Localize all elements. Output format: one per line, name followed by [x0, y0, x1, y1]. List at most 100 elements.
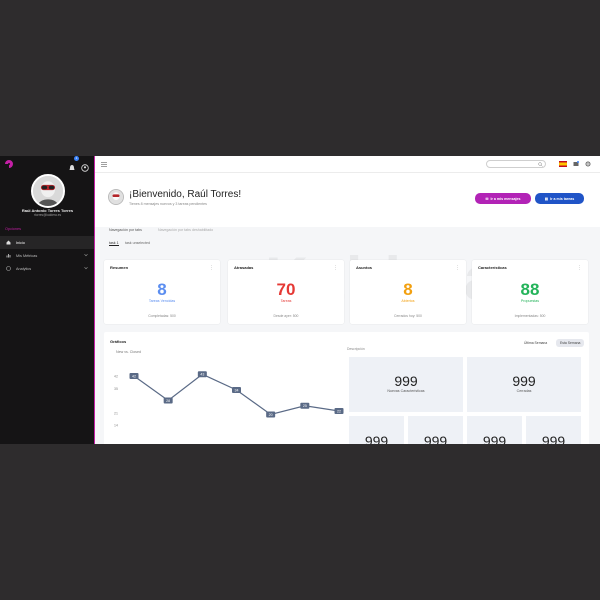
user-add-icon[interactable]: [81, 159, 89, 172]
card-label: Abiertos: [401, 299, 415, 303]
graficos-title: Gráficos: [110, 339, 127, 344]
chart-icon: [6, 254, 11, 258]
data-label: 42: [132, 374, 136, 378]
card-caracteristicas: Características ⋮ 88 Propuestas Implemen…: [472, 260, 588, 324]
more-options-icon[interactable]: ⋮: [455, 265, 460, 271]
card-footer: Cerrados hoy: 500: [394, 314, 422, 318]
card-footer: Desde ayer: 500: [273, 314, 299, 318]
subtab-task-1[interactable]: task 1: [109, 241, 119, 246]
more-options-icon[interactable]: ⋮: [577, 265, 582, 271]
card-title: Resumen: [110, 265, 129, 270]
stat-tile: 999 Cerradas: [467, 357, 581, 412]
card-atrasadas: Atrasadas ⋮ 70 Tareas Desde ayer: 500: [228, 260, 344, 324]
stat-label: Cerradas: [516, 389, 532, 393]
stat-tile: 999: [467, 416, 522, 444]
last-week-button[interactable]: Última Semana: [520, 339, 551, 347]
app-window: 1 Raúl Antonio Torres Torres rtorres@kal…: [0, 156, 600, 444]
data-label: 43: [200, 373, 204, 377]
welcome-avatar: [108, 189, 124, 205]
subtab-task-unselected[interactable]: task unselected: [125, 241, 150, 245]
kaldera-logo-icon[interactable]: [4, 159, 14, 169]
more-options-icon[interactable]: ⋮: [333, 265, 338, 271]
data-label: 22: [337, 409, 341, 413]
main-content: ¡Bienvenido, Raúl Torres! Tienes 8 mensa…: [95, 156, 600, 444]
stat-value: 999: [364, 433, 389, 444]
go-to-tasks-button[interactable]: ▤ Ir a mis tareas: [535, 193, 584, 204]
graficos-panel: 42 35 21 14 42 28 43 34 20 25 22 Gráficos New vs. …: [104, 332, 589, 444]
notification-bell-icon[interactable]: 1: [68, 156, 79, 170]
nav-tabs: Navegación por tabs Navegación por tabs …: [109, 226, 599, 236]
sidebar-item-inicio[interactable]: Inicio: [0, 236, 94, 249]
card-value: 88: [520, 280, 540, 299]
sidebar-section-label: Opciones: [5, 227, 22, 231]
tab-navigation-disabled: Navegación por tabs deshabilitado: [158, 228, 214, 232]
card-label: Tareas Vencidas: [148, 299, 176, 303]
card-title: Asuntos: [356, 265, 372, 270]
chevron-down-icon: [84, 253, 88, 257]
chevron-down-icon: [84, 266, 88, 270]
this-week-button[interactable]: Esta Semana: [556, 339, 585, 347]
stat-label: Nuevas Características: [387, 389, 425, 393]
home-icon: [6, 240, 11, 245]
card-label: Propuestas: [520, 299, 540, 303]
sidebar-item-label: Inicio: [16, 240, 25, 245]
search-input[interactable]: [486, 160, 546, 168]
welcome-subtitle: Tienes 8 mensajes nuevos y 3 tareas pend…: [129, 202, 207, 206]
data-label: 28: [166, 399, 170, 403]
user-avatar[interactable]: [31, 174, 65, 208]
y-tick-label: 21: [114, 411, 118, 415]
tab-navigation[interactable]: Navegación por tabs: [109, 228, 142, 232]
sidebar-header: 1: [0, 156, 94, 172]
stat-tile: 999: [349, 416, 404, 444]
welcome-panel: ¡Bienvenido, Raúl Torres! Tienes 8 mensa…: [95, 173, 600, 227]
card-label: Tareas: [280, 299, 292, 303]
stat-value: 999: [541, 433, 566, 444]
card-footer: Implementadas: 500: [514, 314, 546, 318]
sidebar-item-label: Analytics: [16, 266, 32, 271]
card-value: 8: [157, 280, 167, 299]
description-label: Descripción: [347, 347, 365, 351]
notification-badge: 1: [74, 156, 79, 161]
y-tick-label: 42: [114, 375, 118, 379]
card-title: Atrasadas: [234, 265, 254, 270]
welcome-title: ¡Bienvenido, Raúl Torres!: [129, 189, 242, 200]
envelope-icon: ✉: [485, 196, 489, 201]
go-to-messages-button[interactable]: ✉ Ir a mis mensajes: [475, 193, 531, 204]
sidebar-menu: Inicio Mis Métricas Analytics: [0, 236, 94, 275]
gear-icon[interactable]: [585, 161, 591, 167]
data-label: 34: [235, 388, 239, 392]
analytics-icon: [6, 266, 11, 271]
data-label: 25: [303, 404, 307, 408]
y-tick-label: 14: [114, 424, 118, 428]
go-to-messages-label: Ir a mis mensajes: [490, 196, 521, 201]
stat-value: 999: [423, 433, 448, 444]
sidebar-item-label: Mis Métricas: [16, 253, 38, 258]
sidebar-item-mis-metricas[interactable]: Mis Métricas: [0, 249, 94, 262]
stat-value: 999: [394, 373, 418, 389]
stat-tile: 999 Nuevas Características: [349, 357, 463, 412]
chart-subtitle: New vs. Closed: [116, 350, 141, 354]
stat-value: 999: [512, 373, 536, 389]
user-email: rtorres@kaldera.es: [33, 213, 62, 217]
go-to-tasks-label: Ir a mis tareas: [550, 196, 575, 201]
card-title: Características: [478, 265, 507, 270]
card-asuntos: Asuntos ⋮ 8 Abiertos Cerrados hoy: 500: [350, 260, 466, 324]
sidebar: 1 Raúl Antonio Torres Torres rtorres@kal…: [0, 156, 95, 444]
menu-toggle-icon[interactable]: [101, 162, 107, 167]
stat-value: 999: [482, 433, 507, 444]
card-footer: Completadas: 500: [148, 314, 176, 318]
card-value: 8: [403, 280, 413, 299]
card-resumen: Resumen ⋮ 8 Tareas Vencidas Completadas:…: [104, 260, 220, 324]
data-label: 20: [269, 413, 273, 417]
top-bar: [95, 156, 600, 173]
messages-icon[interactable]: [573, 161, 579, 167]
stat-tile: 999: [526, 416, 581, 444]
more-options-icon[interactable]: ⋮: [209, 265, 214, 271]
stat-tile: 999: [408, 416, 463, 444]
document-icon: ▤: [544, 196, 549, 201]
y-tick-label: 35: [114, 387, 118, 391]
spain-flag-icon[interactable]: [559, 161, 567, 167]
sidebar-item-analytics[interactable]: Analytics: [0, 262, 94, 275]
search-icon[interactable]: [538, 162, 543, 167]
card-value: 70: [276, 280, 296, 299]
